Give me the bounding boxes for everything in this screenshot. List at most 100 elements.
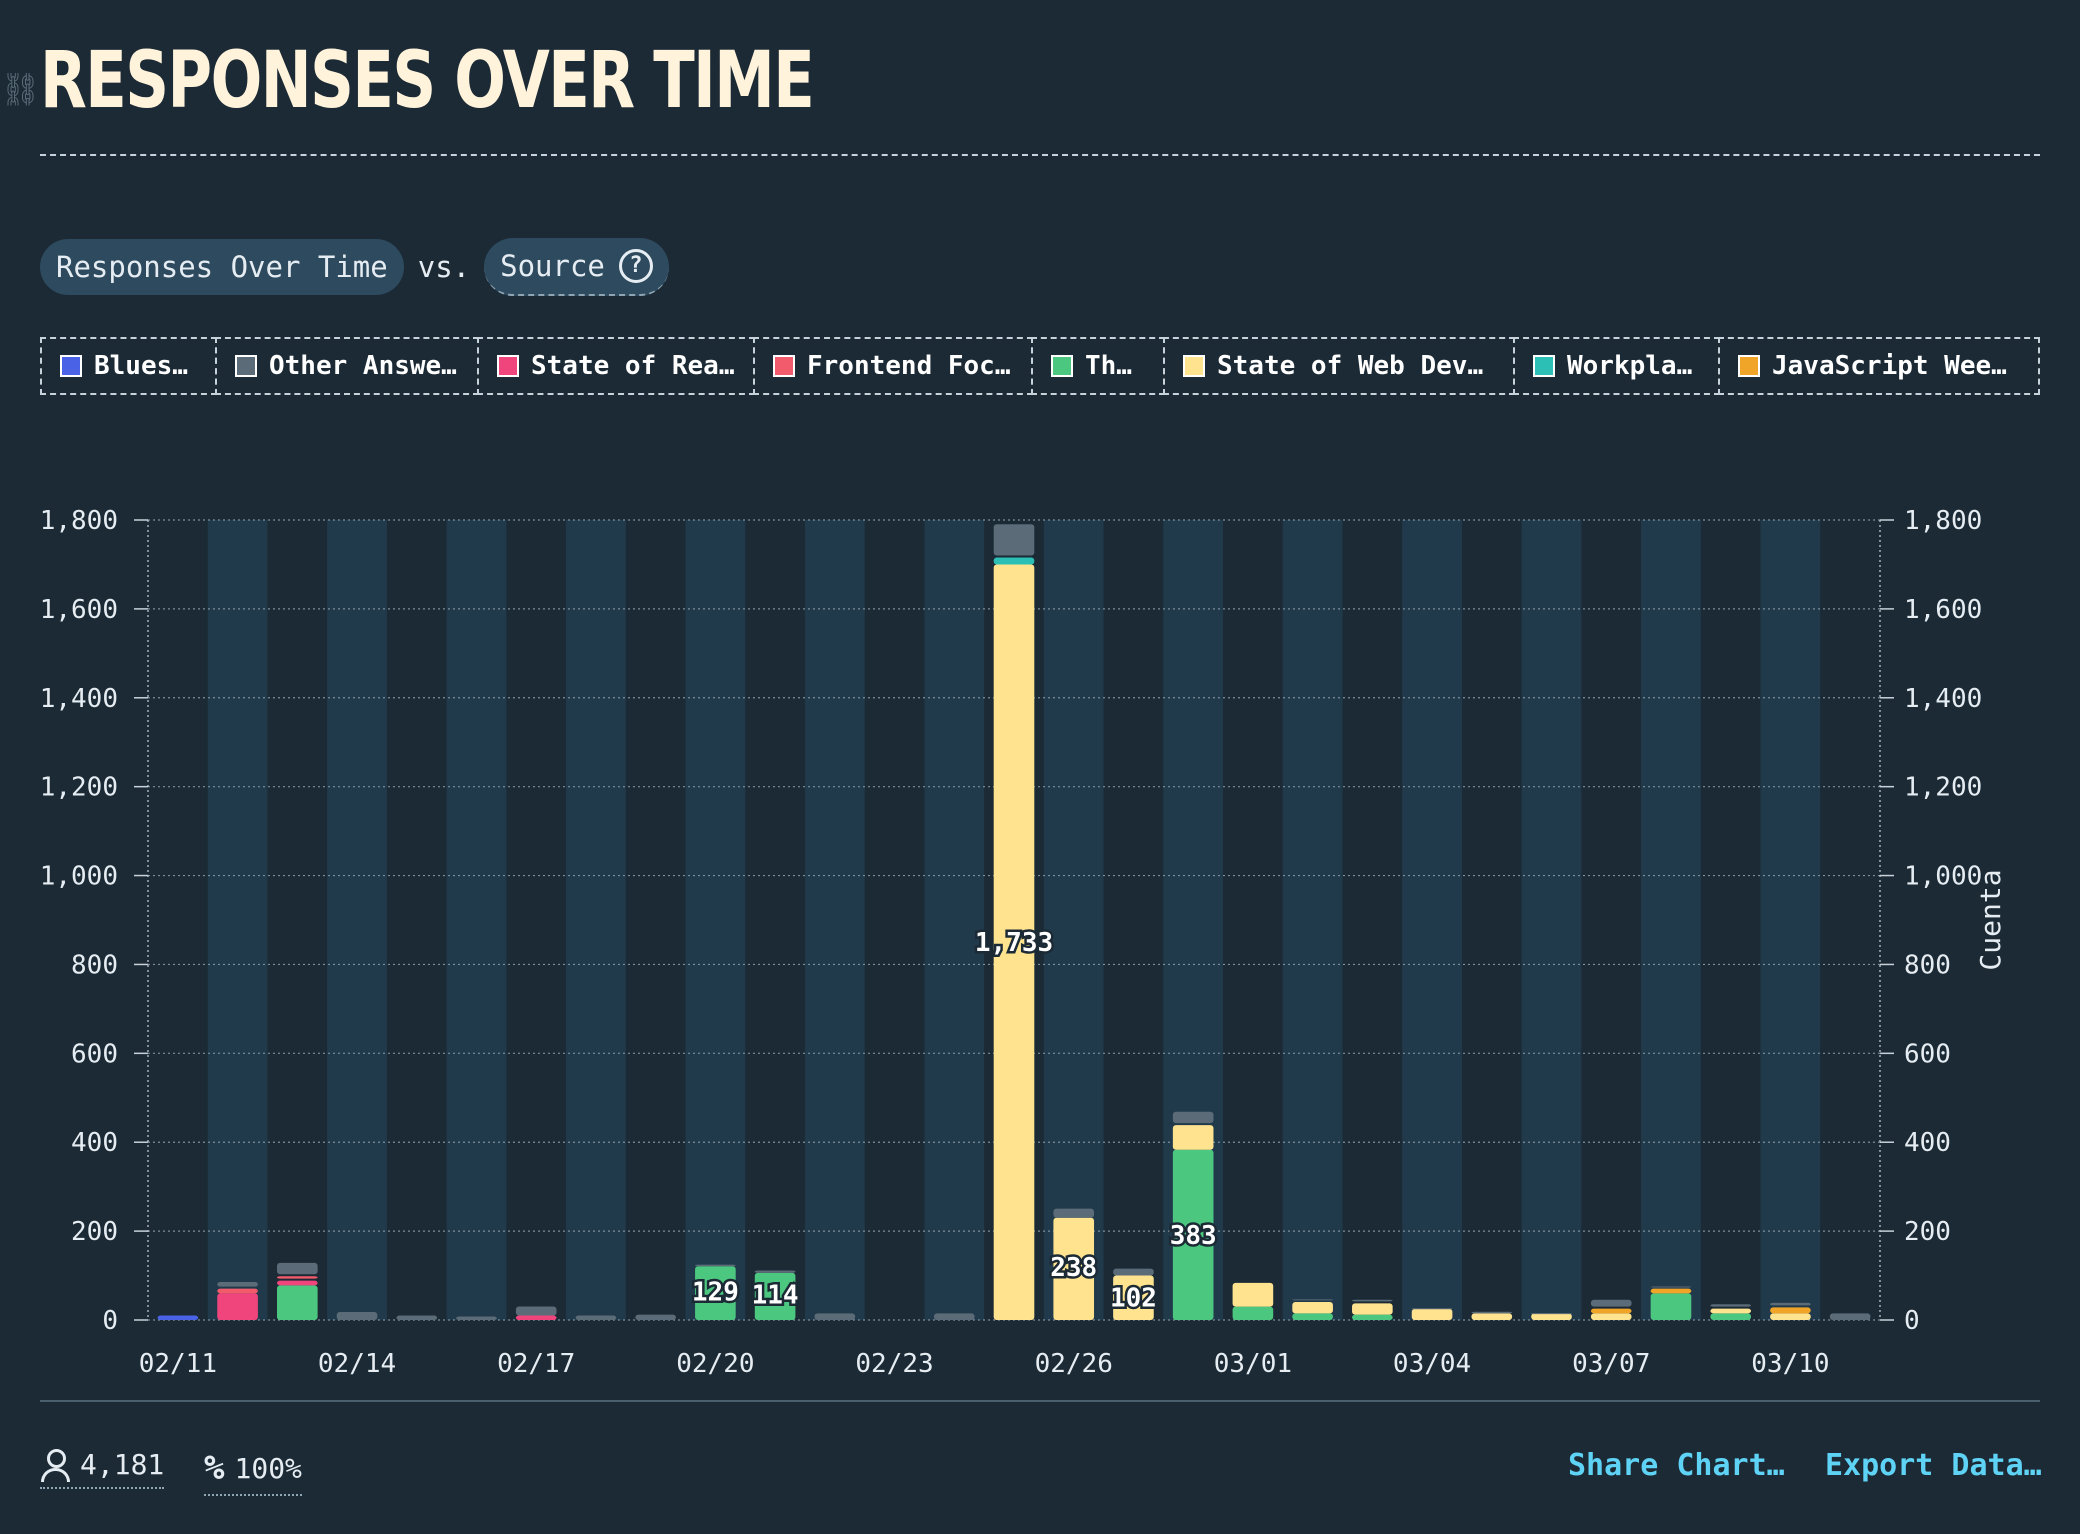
y-tick-label: 1,000 bbox=[40, 862, 118, 892]
user-icon bbox=[40, 1448, 70, 1482]
bar-segment bbox=[1053, 1208, 1095, 1218]
y-tick-label-right: 400 bbox=[1904, 1128, 1951, 1158]
x-tick-label: 02/14 bbox=[318, 1349, 396, 1379]
x-tick-label: 03/01 bbox=[1214, 1349, 1292, 1379]
y-tick-label-right: 200 bbox=[1904, 1217, 1951, 1247]
share-chart-button[interactable]: Share Chart… bbox=[1568, 1448, 1785, 1483]
legend-swatch bbox=[235, 355, 257, 377]
bar-segment bbox=[1232, 1282, 1274, 1307]
respondents-count: 4,181 bbox=[80, 1448, 165, 1481]
bar-segment bbox=[336, 1312, 378, 1320]
bar-segment bbox=[993, 557, 1035, 565]
bar-segment bbox=[1411, 1308, 1453, 1310]
y-tick-label-right: 1,800 bbox=[1904, 506, 1982, 536]
y-tick-label-right: 1,000 bbox=[1904, 862, 1982, 892]
y-tick-label-right: 600 bbox=[1904, 1039, 1951, 1069]
data-label: 383 bbox=[1170, 1221, 1217, 1251]
column-band bbox=[1641, 520, 1701, 1320]
bar-segment bbox=[1770, 1313, 1811, 1320]
source-selector-label: Source bbox=[500, 249, 605, 283]
legend-item[interactable]: Blues… bbox=[40, 337, 217, 395]
footer-divider bbox=[40, 1400, 2040, 1402]
legend-item[interactable]: Th… bbox=[1031, 337, 1165, 395]
bar-segment bbox=[217, 1288, 258, 1294]
bar-segment bbox=[754, 1270, 796, 1273]
bar-segment bbox=[1770, 1302, 1811, 1306]
bar-segment bbox=[1292, 1299, 1333, 1301]
legend-item[interactable]: State of Rea… bbox=[477, 337, 755, 395]
x-tick-label: 03/04 bbox=[1393, 1349, 1471, 1379]
bar-segment bbox=[1531, 1313, 1572, 1315]
legend-item[interactable]: Workpla… bbox=[1513, 337, 1720, 395]
export-data-button[interactable]: Export Data… bbox=[1825, 1448, 2042, 1483]
percent-icon: % bbox=[204, 1448, 225, 1488]
column-band bbox=[566, 520, 626, 1320]
column-band bbox=[327, 520, 387, 1320]
column-band bbox=[685, 520, 746, 1320]
bar-segment bbox=[1113, 1268, 1154, 1276]
bar-segment bbox=[277, 1276, 318, 1279]
bar-segment bbox=[515, 1306, 557, 1316]
column-band bbox=[1043, 520, 1104, 1320]
legend-swatch bbox=[1738, 355, 1760, 377]
bar-segment bbox=[575, 1315, 617, 1320]
column-band bbox=[804, 520, 865, 1320]
legend-swatch bbox=[1533, 355, 1555, 377]
y-tick-label: 1,200 bbox=[40, 773, 118, 803]
bar-segment bbox=[1292, 1302, 1333, 1314]
bar-segment bbox=[1770, 1307, 1811, 1314]
y-tick-label: 200 bbox=[71, 1217, 118, 1247]
legend-item[interactable]: State of Web Dev… bbox=[1163, 337, 1515, 395]
x-tick-label: 02/23 bbox=[855, 1349, 933, 1379]
legend-swatch bbox=[497, 355, 519, 377]
bar-segment bbox=[217, 1282, 258, 1287]
legend-item[interactable]: JavaScript Wee… bbox=[1718, 337, 2040, 395]
bar-segment bbox=[1471, 1311, 1513, 1314]
bar-segment bbox=[1352, 1299, 1393, 1302]
bar-segment bbox=[1590, 1313, 1632, 1320]
bar-segment bbox=[277, 1280, 318, 1286]
bar-segment bbox=[277, 1262, 318, 1275]
percent-stat[interactable]: % 100% bbox=[204, 1448, 302, 1496]
bar-segment bbox=[456, 1316, 497, 1320]
data-label: 114 bbox=[752, 1281, 799, 1311]
bar-segment bbox=[515, 1315, 557, 1320]
x-tick-label: 03/07 bbox=[1572, 1349, 1650, 1379]
data-label: 238 bbox=[1050, 1253, 1097, 1283]
legend-label: State of Web Dev… bbox=[1217, 351, 1484, 381]
legend: Blues… Other Answe… State of Rea… Fronte… bbox=[40, 337, 2040, 399]
y-tick-label-right: 0 bbox=[1904, 1306, 1920, 1336]
bar-segment bbox=[1650, 1286, 1692, 1288]
help-icon[interactable]: ? bbox=[618, 249, 653, 283]
bar-segment bbox=[1352, 1303, 1393, 1315]
legend-swatch bbox=[773, 355, 795, 377]
metric-selector[interactable]: Responses Over Time bbox=[40, 239, 404, 295]
y-tick-label: 0 bbox=[102, 1306, 118, 1336]
legend-label: Blues… bbox=[94, 351, 188, 381]
x-tick-label: 02/26 bbox=[1035, 1349, 1113, 1379]
column-band bbox=[1282, 520, 1343, 1320]
source-selector[interactable]: Source ? bbox=[484, 238, 669, 296]
bar-segment bbox=[1352, 1314, 1393, 1320]
bar-segment bbox=[217, 1293, 258, 1320]
x-tick-label: 03/10 bbox=[1751, 1349, 1829, 1379]
responses-chart: 0 0 200 200 400 400 600 600 800 800 1,000 1,000 1,20… bbox=[40, 506, 2007, 1379]
bar-segment bbox=[1172, 1125, 1214, 1150]
legend-swatch bbox=[1051, 355, 1073, 377]
data-label: 102 bbox=[1110, 1283, 1157, 1313]
bar-segment bbox=[1710, 1313, 1751, 1320]
legend-item[interactable]: Other Answe… bbox=[215, 337, 479, 395]
bar-segment bbox=[157, 1315, 199, 1320]
bar-segment bbox=[1590, 1299, 1632, 1307]
legend-label: Frontend Foc… bbox=[807, 351, 1011, 381]
bar-segment bbox=[1710, 1308, 1751, 1314]
link-icon[interactable]: ⛓ bbox=[0, 70, 41, 108]
legend-label: Other Answe… bbox=[269, 351, 457, 381]
column-band bbox=[1760, 520, 1821, 1320]
percent-value: 100% bbox=[234, 1451, 302, 1485]
bar-segment bbox=[695, 1264, 736, 1267]
legend-item[interactable]: Frontend Foc… bbox=[753, 337, 1033, 395]
bar-segment bbox=[1232, 1306, 1274, 1320]
vs-label: vs. bbox=[417, 250, 471, 284]
respondents-stat[interactable]: 4,181 bbox=[40, 1448, 165, 1489]
